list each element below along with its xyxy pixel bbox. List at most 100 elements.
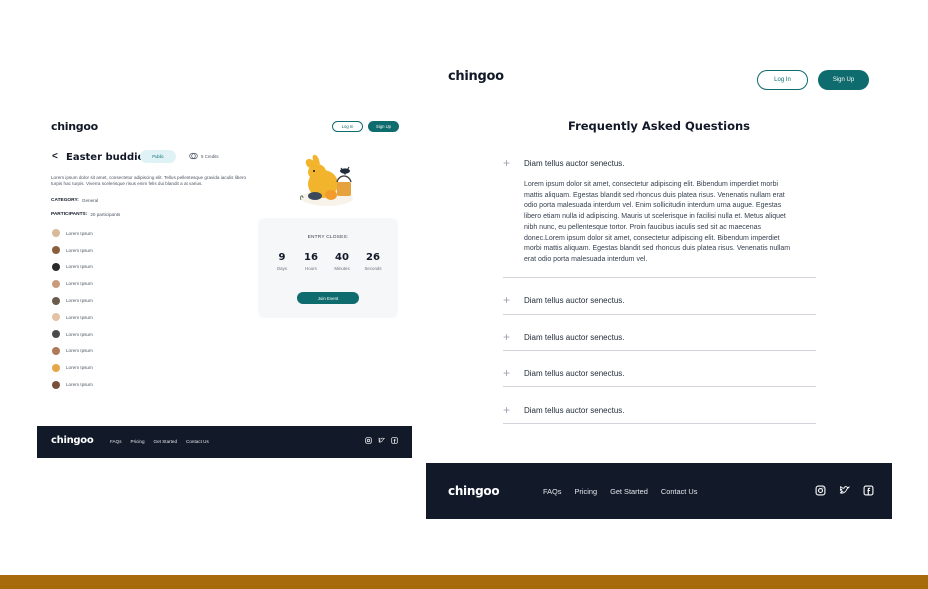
login-button[interactable]: Log In <box>332 121 363 132</box>
footer-link-get-started[interactable]: Get Started <box>154 439 178 444</box>
bottom-accent-bar <box>0 575 928 589</box>
avatar <box>52 380 60 389</box>
countdown-value: 16 <box>304 252 318 263</box>
divider <box>503 423 816 424</box>
participant-name: Lorem Ipsum <box>66 348 93 354</box>
plus-icon: + <box>503 366 511 380</box>
countdown-seconds: 26 Seconds <box>359 252 387 271</box>
list-item[interactable]: Lorem Ipsum <box>52 292 172 309</box>
list-item[interactable]: Lorem Ipsum <box>52 343 172 360</box>
plus-icon: + <box>503 156 511 170</box>
faq-item[interactable]: + Diam tellus auctor senectus. <box>503 366 816 380</box>
signup-button[interactable]: Sign Up <box>368 121 399 132</box>
footer-link-faqs[interactable]: FAQs <box>110 439 122 444</box>
avatar <box>52 313 60 322</box>
avatar <box>52 262 60 271</box>
list-item[interactable]: Lorem Ipsum <box>52 225 172 242</box>
signup-button[interactable]: Sign Up <box>818 70 869 90</box>
event-title: Easter buddies <box>66 152 151 163</box>
countdown-unit: Minutes <box>334 266 350 271</box>
footer-link-contact[interactable]: Contact Us <box>661 487 698 496</box>
list-item[interactable]: Lorem Ipsum <box>52 275 172 292</box>
participant-name: Lorem Ipsum <box>66 382 93 388</box>
list-item[interactable]: Lorem Ipsum <box>52 309 172 326</box>
list-item[interactable]: Lorem Ipsum <box>52 376 172 393</box>
back-button[interactable]: < <box>52 151 58 162</box>
faq-item[interactable]: + Diam tellus auctor senectus. <box>503 403 816 417</box>
plus-icon: + <box>503 403 511 417</box>
footer-link-faqs[interactable]: FAQs <box>543 487 561 496</box>
list-item[interactable]: Lorem Ipsum <box>52 326 172 343</box>
plus-icon: + <box>503 330 511 344</box>
participant-name: Lorem Ipsum <box>66 314 93 320</box>
footer-nav: FAQs Pricing Get Started Contact Us <box>543 487 697 496</box>
footer-link-contact[interactable]: Contact Us <box>186 439 209 444</box>
countdown-days: 9 Days <box>271 252 293 271</box>
faq-title: Frequently Asked Questions <box>567 119 751 133</box>
participant-name: Lorem Ipsum <box>66 331 93 337</box>
participant-name: Lorem Ipsum <box>66 281 93 287</box>
credits-indicator: 5 Credits <box>189 152 219 160</box>
participant-name: Lorem Ipsum <box>66 247 93 253</box>
faq-page-mockup: chingoo Log In Sign Up Frequently Asked … <box>426 56 892 522</box>
login-button[interactable]: Log In <box>757 70 808 90</box>
countdown-unit: Hours <box>305 266 317 271</box>
footer-logo[interactable]: chingoo <box>51 435 94 446</box>
avatar <box>52 279 60 288</box>
footer-link-pricing[interactable]: Pricing <box>131 439 145 444</box>
divider <box>503 314 816 315</box>
instagram-icon[interactable] <box>815 485 826 496</box>
footer-link-pricing[interactable]: Pricing <box>574 487 597 496</box>
footer-logo[interactable]: chingoo <box>448 484 500 498</box>
footer: chingoo FAQs Pricing Get Started Contact… <box>37 426 412 458</box>
header-logo[interactable]: chingoo <box>448 69 504 84</box>
list-item[interactable]: Lorem Ipsum <box>52 242 172 259</box>
participant-name: Lorem Ipsum <box>66 264 93 270</box>
facebook-icon[interactable] <box>863 485 874 496</box>
entry-closes-label: ENTRY CLOSES: <box>307 235 349 240</box>
faq-item[interactable]: + Diam tellus auctor senectus. <box>503 293 816 307</box>
facebook-icon[interactable] <box>391 437 398 444</box>
list-item[interactable]: Lorem Ipsum <box>52 359 172 376</box>
easter-bunny-illustration <box>300 154 353 206</box>
participants-row: PARTICIPANTS: 20 participants <box>51 212 120 217</box>
participant-name: Lorem Ipsum <box>66 298 93 304</box>
list-item[interactable]: Lorem Ipsum <box>52 259 172 276</box>
countdown-hours: 16 Hours <box>299 252 323 271</box>
plus-icon: + <box>503 293 511 307</box>
avatar <box>52 363 60 372</box>
twitter-icon[interactable] <box>378 437 385 444</box>
faq-question: Diam tellus auctor senectus. <box>524 159 625 168</box>
faq-question: Diam tellus auctor senectus. <box>524 369 625 378</box>
instagram-icon[interactable] <box>365 437 372 444</box>
participants-label: PARTICIPANTS: <box>51 212 88 217</box>
visibility-badge: Public <box>140 150 176 163</box>
avatar <box>52 346 60 355</box>
faq-question: Diam tellus auctor senectus. <box>524 406 625 415</box>
category-value: General <box>81 198 99 203</box>
countdown-unit: Seconds <box>364 266 382 271</box>
divider <box>503 350 816 351</box>
footer: chingoo FAQs Pricing Get Started Contact… <box>426 463 892 519</box>
coins-icon <box>189 152 198 160</box>
participant-name: Lorem Ipsum <box>66 365 93 371</box>
event-description: Lorem ipsum dolor sit amet, consectetur … <box>51 175 246 187</box>
avatar <box>52 246 60 255</box>
faq-item[interactable]: + Diam tellus auctor senectus. <box>503 330 816 344</box>
footer-social <box>815 485 874 496</box>
join-event-button[interactable]: Join Event <box>297 292 359 304</box>
header-logo[interactable]: chingoo <box>51 120 98 133</box>
avatar <box>52 330 60 339</box>
footer-social <box>365 437 398 444</box>
footer-link-get-started[interactable]: Get Started <box>610 487 648 496</box>
event-page-mockup: chingoo Log In Sign Up < Easter buddies … <box>37 112 412 462</box>
divider <box>503 277 816 278</box>
countdown-value: 9 <box>278 252 286 263</box>
avatar <box>52 296 60 305</box>
participant-name: Lorem Ipsum <box>66 230 93 236</box>
twitter-icon[interactable] <box>839 485 850 496</box>
avatar <box>52 229 60 238</box>
participant-list: Lorem Ipsum Lorem Ipsum Lorem Ipsum Lore… <box>52 225 172 393</box>
participants-count: 20 participants <box>90 212 121 217</box>
faq-question: Diam tellus auctor senectus. <box>524 296 625 305</box>
